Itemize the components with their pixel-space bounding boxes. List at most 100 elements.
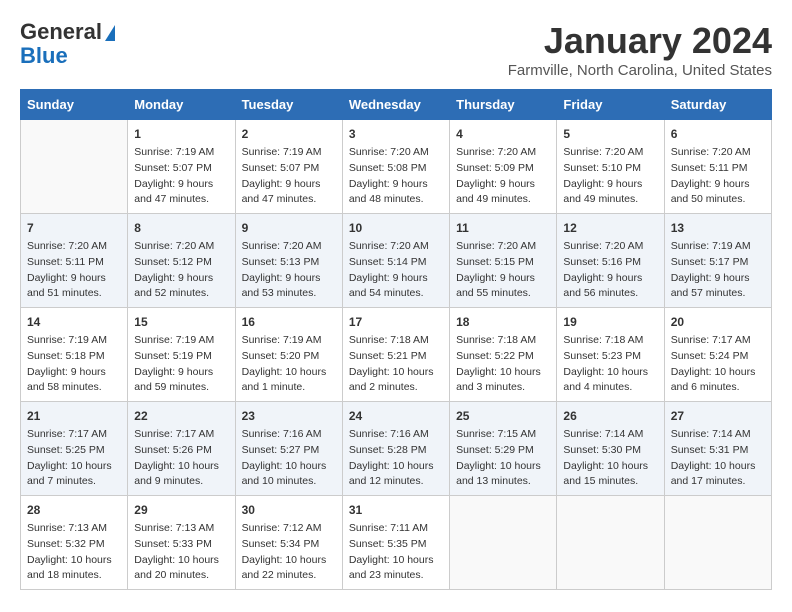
calendar-cell: 29 Sunrise: 7:13 AMSunset: 5:33 PMDayligh…: [128, 496, 235, 590]
day-info: Sunrise: 7:20 AMSunset: 5:10 PMDaylight:…: [563, 145, 657, 208]
day-number: 14: [27, 313, 121, 331]
day-number: 30: [242, 501, 336, 519]
calendar-cell: 25Sunrise: 7:15 AMSunset: 5:29 PMDayligh…: [450, 402, 557, 496]
calendar-cell: 31 Sunrise: 7:11 AMSunset: 5:35 PMDayligh…: [342, 496, 449, 590]
calendar-week-row: 7 Sunrise: 7:20 AMSunset: 5:11 PMDaylight…: [21, 214, 772, 308]
page-header: General Blue January 2024 Farmville, Nor…: [20, 20, 772, 79]
day-number: 9: [242, 219, 336, 237]
day-info: Sunrise: 7:19 AMSunset: 5:07 PMDaylight:…: [134, 145, 228, 208]
day-info: Sunrise: 7:19 AMSunset: 5:17 PMDaylight:…: [671, 239, 765, 302]
calendar-header-row: SundayMondayTuesdayWednesdayThursdayFrid…: [21, 90, 772, 120]
calendar-cell: 6Sunrise: 7:20 AMSunset: 5:11 PMDaylight…: [664, 120, 771, 214]
day-info: Sunrise: 7:16 AMSunset: 5:27 PMDaylight:…: [242, 427, 336, 490]
calendar-table: SundayMondayTuesdayWednesdayThursdayFrid…: [20, 89, 772, 590]
day-number: 17: [349, 313, 443, 331]
day-number: 5: [563, 125, 657, 143]
day-info: Sunrise: 7:20 AMSunset: 5:12 PMDaylight:…: [134, 239, 228, 302]
calendar-cell: 2 Sunrise: 7:19 AMSunset: 5:07 PMDaylight…: [235, 120, 342, 214]
calendar-cell: 17 Sunrise: 7:18 AMSunset: 5:21 PMDayligh…: [342, 308, 449, 402]
column-header-wednesday: Wednesday: [342, 90, 449, 120]
column-header-sunday: Sunday: [21, 90, 128, 120]
day-info: Sunrise: 7:20 AMSunset: 5:11 PMDaylight:…: [27, 239, 121, 302]
day-info: Sunrise: 7:20 AMSunset: 5:11 PMDaylight:…: [671, 145, 765, 208]
day-info: Sunrise: 7:20 AMSunset: 5:09 PMDaylight:…: [456, 145, 550, 208]
calendar-cell: 19 Sunrise: 7:18 AMSunset: 5:23 PMDayligh…: [557, 308, 664, 402]
day-info: Sunrise: 7:19 AMSunset: 5:18 PMDaylight:…: [27, 333, 121, 396]
day-number: 25: [456, 407, 550, 425]
calendar-cell: 9 Sunrise: 7:20 AMSunset: 5:13 PMDaylight…: [235, 214, 342, 308]
day-info: Sunrise: 7:13 AMSunset: 5:32 PMDaylight:…: [27, 521, 121, 584]
day-number: 4: [456, 125, 550, 143]
calendar-week-row: 1 Sunrise: 7:19 AMSunset: 5:07 PMDaylight…: [21, 120, 772, 214]
calendar-cell: 10Sunrise: 7:20 AMSunset: 5:14 PMDayligh…: [342, 214, 449, 308]
calendar-cell: 4 Sunrise: 7:20 AMSunset: 5:09 PMDaylight…: [450, 120, 557, 214]
calendar-cell: 22 Sunrise: 7:17 AMSunset: 5:26 PMDayligh…: [128, 402, 235, 496]
calendar-cell: 21Sunrise: 7:17 AMSunset: 5:25 PMDayligh…: [21, 402, 128, 496]
day-number: 22: [134, 407, 228, 425]
day-info: Sunrise: 7:20 AMSunset: 5:08 PMDaylight:…: [349, 145, 443, 208]
calendar-cell: 24 Sunrise: 7:16 AMSunset: 5:28 PMDayligh…: [342, 402, 449, 496]
day-info: Sunrise: 7:14 AMSunset: 5:31 PMDaylight:…: [671, 427, 765, 490]
day-info: Sunrise: 7:20 AMSunset: 5:16 PMDaylight:…: [563, 239, 657, 302]
calendar-cell: 27 Sunrise: 7:14 AMSunset: 5:31 PMDayligh…: [664, 402, 771, 496]
day-info: Sunrise: 7:14 AMSunset: 5:30 PMDaylight:…: [563, 427, 657, 490]
day-info: Sunrise: 7:19 AMSunset: 5:07 PMDaylight:…: [242, 145, 336, 208]
day-info: Sunrise: 7:18 AMSunset: 5:22 PMDaylight:…: [456, 333, 550, 396]
day-number: 16: [242, 313, 336, 331]
day-number: 8: [134, 219, 228, 237]
column-header-tuesday: Tuesday: [235, 90, 342, 120]
calendar-cell: 15 Sunrise: 7:19 AMSunset: 5:19 PMDayligh…: [128, 308, 235, 402]
day-number: 12: [563, 219, 657, 237]
day-info: Sunrise: 7:12 AMSunset: 5:34 PMDaylight:…: [242, 521, 336, 584]
calendar-cell: 7 Sunrise: 7:20 AMSunset: 5:11 PMDaylight…: [21, 214, 128, 308]
calendar-cell: 3 Sunrise: 7:20 AMSunset: 5:08 PMDaylight…: [342, 120, 449, 214]
calendar-cell: 11Sunrise: 7:20 AMSunset: 5:15 PMDayligh…: [450, 214, 557, 308]
day-number: 24: [349, 407, 443, 425]
calendar-week-row: 21Sunrise: 7:17 AMSunset: 5:25 PMDayligh…: [21, 402, 772, 496]
day-number: 31: [349, 501, 443, 519]
day-number: 19: [563, 313, 657, 331]
column-header-monday: Monday: [128, 90, 235, 120]
logo-blue: Blue: [20, 44, 68, 68]
calendar-week-row: 28 Sunrise: 7:13 AMSunset: 5:32 PMDayligh…: [21, 496, 772, 590]
day-info: Sunrise: 7:16 AMSunset: 5:28 PMDaylight:…: [349, 427, 443, 490]
calendar-cell: 14 Sunrise: 7:19 AMSunset: 5:18 PMDayligh…: [21, 308, 128, 402]
day-number: 27: [671, 407, 765, 425]
calendar-cell: [557, 496, 664, 590]
calendar-cell: 12 Sunrise: 7:20 AMSunset: 5:16 PMDayligh…: [557, 214, 664, 308]
day-info: Sunrise: 7:17 AMSunset: 5:26 PMDaylight:…: [134, 427, 228, 490]
day-number: 28: [27, 501, 121, 519]
calendar-cell: 20Sunrise: 7:17 AMSunset: 5:24 PMDayligh…: [664, 308, 771, 402]
day-info: Sunrise: 7:17 AMSunset: 5:25 PMDaylight:…: [27, 427, 121, 490]
calendar-cell: 30 Sunrise: 7:12 AMSunset: 5:34 PMDayligh…: [235, 496, 342, 590]
logo: General Blue: [20, 20, 115, 68]
day-number: 18: [456, 313, 550, 331]
calendar-cell: 16Sunrise: 7:19 AMSunset: 5:20 PMDayligh…: [235, 308, 342, 402]
day-info: Sunrise: 7:19 AMSunset: 5:19 PMDaylight:…: [134, 333, 228, 396]
calendar-cell: [21, 120, 128, 214]
day-info: Sunrise: 7:11 AMSunset: 5:35 PMDaylight:…: [349, 521, 443, 584]
day-number: 15: [134, 313, 228, 331]
day-number: 26: [563, 407, 657, 425]
day-number: 29: [134, 501, 228, 519]
column-header-saturday: Saturday: [664, 90, 771, 120]
day-info: Sunrise: 7:20 AMSunset: 5:14 PMDaylight:…: [349, 239, 443, 302]
day-info: Sunrise: 7:20 AMSunset: 5:15 PMDaylight:…: [456, 239, 550, 302]
day-info: Sunrise: 7:18 AMSunset: 5:21 PMDaylight:…: [349, 333, 443, 396]
title-section: January 2024 Farmville, North Carolina, …: [508, 20, 772, 79]
day-number: 23: [242, 407, 336, 425]
calendar-week-row: 14 Sunrise: 7:19 AMSunset: 5:18 PMDayligh…: [21, 308, 772, 402]
day-info: Sunrise: 7:20 AMSunset: 5:13 PMDaylight:…: [242, 239, 336, 302]
calendar-cell: 23 Sunrise: 7:16 AMSunset: 5:27 PMDayligh…: [235, 402, 342, 496]
column-header-thursday: Thursday: [450, 90, 557, 120]
day-info: Sunrise: 7:18 AMSunset: 5:23 PMDaylight:…: [563, 333, 657, 396]
day-number: 1: [134, 125, 228, 143]
calendar-cell: 26 Sunrise: 7:14 AMSunset: 5:30 PMDayligh…: [557, 402, 664, 496]
day-info: Sunrise: 7:13 AMSunset: 5:33 PMDaylight:…: [134, 521, 228, 584]
calendar-cell: 1 Sunrise: 7:19 AMSunset: 5:07 PMDaylight…: [128, 120, 235, 214]
day-number: 3: [349, 125, 443, 143]
day-number: 2: [242, 125, 336, 143]
calendar-cell: 13Sunrise: 7:19 AMSunset: 5:17 PMDayligh…: [664, 214, 771, 308]
calendar-cell: 5 Sunrise: 7:20 AMSunset: 5:10 PMDaylight…: [557, 120, 664, 214]
day-number: 7: [27, 219, 121, 237]
